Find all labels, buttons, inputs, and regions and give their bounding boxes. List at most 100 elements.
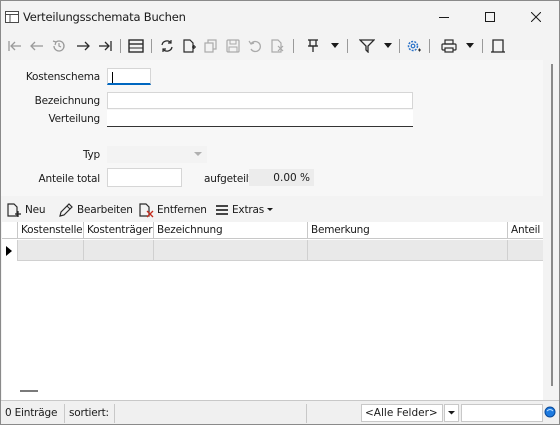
pin-dropdown-button[interactable]	[329, 37, 341, 55]
cell-kostenstelle[interactable]	[18, 240, 84, 261]
edit-button[interactable]: Bearbeiten	[58, 202, 133, 218]
verteilung-input[interactable]	[107, 110, 413, 127]
cell-anteil[interactable]	[508, 240, 543, 261]
toolbar-separator	[482, 39, 483, 53]
exit-button[interactable]	[488, 37, 508, 55]
chevron-down-icon	[448, 411, 455, 415]
toolbar-separator	[347, 39, 348, 53]
anteile-total-label: Anteile total	[38, 173, 101, 185]
field-filter-dropdown[interactable]	[444, 404, 459, 422]
minimize-button[interactable]	[421, 1, 467, 32]
form-panel: Kostenschema Bezeichnung Verteilung Typ …	[1, 60, 543, 196]
search-input[interactable]	[461, 404, 543, 422]
refresh-button[interactable]	[157, 37, 177, 55]
typ-select[interactable]	[107, 146, 207, 163]
column-header-kostenstelle[interactable]: Kostenstelle	[18, 222, 84, 239]
new-button-label: Neu	[25, 204, 46, 216]
row-header-corner	[2, 222, 18, 239]
status-empty-cell	[117, 404, 307, 423]
new-button[interactable]: Neu	[6, 202, 46, 218]
chevron-down-icon	[267, 208, 273, 211]
copy-button[interactable]	[201, 37, 221, 55]
chevron-down-icon	[194, 152, 202, 156]
table-row[interactable]	[2, 240, 543, 261]
save-button[interactable]	[223, 37, 243, 55]
vertical-scrollbar[interactable]	[544, 60, 559, 400]
current-row-arrow-icon	[6, 246, 12, 256]
maximize-button[interactable]	[467, 1, 513, 32]
app-window: Verteilungsschemata Buchen Kostenschema …	[0, 0, 560, 425]
text-caret	[112, 72, 113, 83]
settings-gear-icon	[407, 40, 421, 52]
chevron-down-icon	[331, 43, 339, 48]
refresh-icon	[161, 40, 173, 52]
filter-dropdown-button[interactable]	[382, 37, 394, 55]
maximize-icon	[485, 11, 495, 22]
kostenschema-input[interactable]	[107, 68, 151, 85]
previous-record-button[interactable]	[27, 37, 47, 55]
first-record-icon	[8, 41, 21, 51]
typ-label: Typ	[82, 149, 100, 161]
toolbar	[1, 32, 559, 60]
delete-document-button[interactable]	[267, 37, 287, 55]
history-button[interactable]	[49, 37, 69, 55]
kostenschema-label: Kostenschema	[25, 71, 100, 83]
next-record-button[interactable]	[73, 37, 93, 55]
data-table: Kostenstelle Kostenträger Bezeichnung Be…	[2, 222, 543, 400]
remove-document-icon	[139, 202, 154, 217]
print-icon	[441, 39, 457, 53]
cell-kostentraeger[interactable]	[84, 240, 154, 261]
column-header-bezeichnung[interactable]: Bezeichnung	[154, 222, 308, 239]
extras-label: Extras	[232, 204, 264, 216]
last-record-button[interactable]	[95, 37, 115, 55]
delete-document-icon	[271, 39, 284, 53]
next-record-icon	[77, 41, 90, 51]
field-filter-select[interactable]: <Alle Felder>	[361, 404, 443, 422]
print-button[interactable]	[439, 37, 459, 55]
horizontal-scrollbar-thumb[interactable]	[20, 390, 38, 392]
table-header: Kostenstelle Kostenträger Bezeichnung Be…	[2, 222, 543, 239]
new-document-button[interactable]	[179, 37, 199, 55]
search-button[interactable]	[544, 406, 558, 420]
remove-button[interactable]: Entfernen	[138, 202, 207, 218]
extras-menu-button[interactable]: Extras	[215, 202, 273, 218]
cell-bemerkung[interactable]	[308, 240, 508, 261]
close-button[interactable]	[513, 1, 559, 32]
print-dropdown-button[interactable]	[464, 37, 476, 55]
toolbar-separator	[399, 39, 400, 53]
chevron-down-icon	[466, 43, 474, 48]
cell-bezeichnung[interactable]	[154, 240, 308, 261]
toolbar-separator	[151, 39, 152, 53]
exit-icon	[491, 39, 505, 53]
anteile-total-input[interactable]	[107, 168, 182, 187]
first-record-button[interactable]	[5, 37, 25, 55]
globe-search-icon	[544, 406, 556, 418]
column-header-kostentraeger[interactable]: Kostenträger	[84, 222, 154, 239]
remove-button-label: Entfernen	[157, 204, 207, 216]
edit-button-label: Bearbeiten	[77, 204, 133, 216]
undo-button[interactable]	[245, 37, 265, 55]
column-header-bemerkung[interactable]: Bemerkung	[308, 222, 508, 239]
window-title: Verteilungsschemata Buchen	[23, 10, 186, 24]
sorted-label: sortiert:	[67, 404, 115, 423]
last-record-icon	[99, 41, 112, 51]
filter-button[interactable]	[357, 37, 377, 55]
bezeichnung-input[interactable]	[107, 92, 413, 109]
save-icon	[226, 39, 240, 53]
field-filter-value: <Alle Felder>	[365, 407, 438, 419]
row-selector[interactable]	[2, 240, 18, 261]
history-icon	[52, 40, 65, 52]
verteilung-label: Verteilung	[48, 113, 100, 125]
aufgeteilt-value: 0.00 %	[249, 169, 314, 186]
column-header-anteil[interactable]: Anteil	[508, 222, 543, 239]
table-view-button[interactable]	[126, 37, 146, 55]
pin-button[interactable]	[303, 37, 323, 55]
table-view-icon	[128, 39, 144, 53]
vertical-scrollbar-thumb[interactable]	[551, 64, 553, 386]
toolbar-separator	[429, 39, 430, 53]
settings-button[interactable]	[404, 37, 424, 55]
pin-icon	[308, 39, 318, 52]
aufgeteilt-label: aufgeteilt	[204, 173, 253, 185]
minimize-icon	[439, 16, 449, 18]
new-document-icon	[7, 202, 21, 217]
